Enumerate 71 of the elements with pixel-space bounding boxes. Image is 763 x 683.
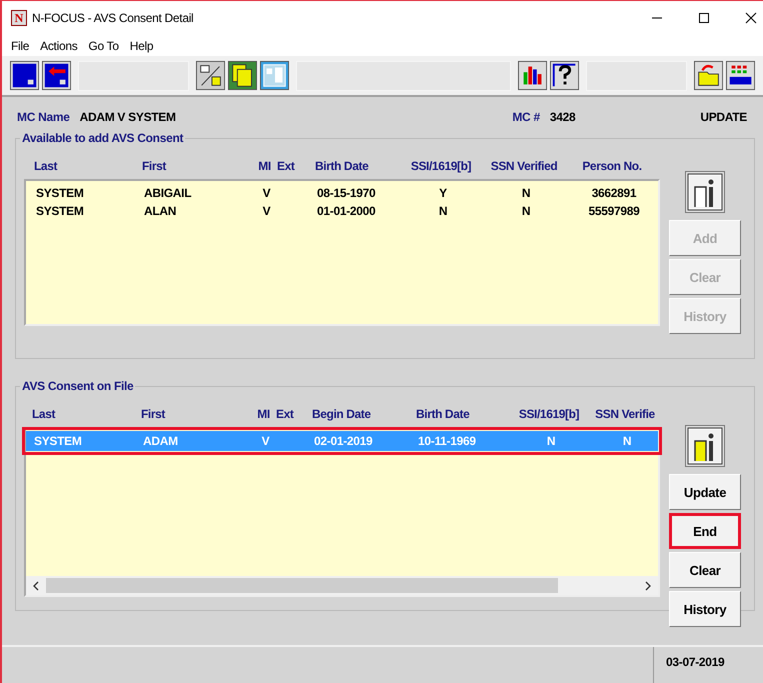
menu-item[interactable]: Help (130, 38, 154, 52)
column-header[interactable]: Person No. (567, 159, 657, 173)
table-cell-text: SYSTEM (34, 434, 83, 448)
scroll-left-icon[interactable] (32, 580, 40, 590)
mode-label: UPDATE (700, 110, 747, 124)
horizontal-scrollbar[interactable] (26, 576, 658, 595)
column-header[interactable]: MI (252, 159, 277, 173)
menu-item[interactable]: Actions (40, 38, 78, 52)
table-cell-text: SYSTEM (36, 186, 85, 200)
person-info-icon[interactable] (685, 171, 725, 213)
table-cell-text: 55597989 (588, 204, 640, 218)
column-header[interactable]: First (142, 159, 252, 173)
column-header[interactable]: Begin Date (312, 407, 416, 421)
column-header[interactable]: Last (32, 407, 141, 421)
layout-icon[interactable] (260, 60, 290, 91)
documents-icon[interactable] (228, 60, 258, 91)
table-cell-text: V (262, 186, 272, 200)
table-cell-text: SYSTEM (36, 204, 85, 218)
group-title: AVS Consent on File (21, 379, 134, 393)
window-title: N-FOCUS - AVS Consent Detail (32, 11, 194, 25)
mc-name-label: MC Name (17, 110, 70, 124)
scroll-right-icon[interactable] (644, 580, 652, 590)
action-button[interactable]: Clear (669, 552, 741, 588)
window-icon[interactable] (10, 60, 40, 91)
table-cell-text: 01-01-2000 (317, 204, 376, 218)
menu-item[interactable]: File (11, 38, 30, 52)
mc-number-label: MC # (512, 110, 540, 124)
column-header[interactable]: Last (34, 159, 142, 173)
table-cell-text: N (622, 434, 632, 448)
bar-chart-icon[interactable] (518, 60, 548, 91)
help-icon[interactable] (550, 60, 580, 91)
table-cell-text: V (260, 434, 270, 448)
table-cell-text: N (520, 186, 532, 200)
column-header[interactable]: SSN Verifie (590, 407, 660, 421)
table-cell-text: Y (438, 186, 448, 200)
computer-document-icon[interactable] (196, 60, 226, 91)
maximize-icon[interactable] (698, 12, 710, 24)
column-header[interactable]: SSN Verified (481, 159, 567, 173)
table-cell-text: N (438, 204, 448, 218)
table-cell-text: N (546, 434, 556, 448)
status-date: 03-07-2019 (653, 647, 763, 683)
column-header[interactable]: Birth Date (315, 159, 401, 173)
table-cell-text: N (520, 204, 532, 218)
close-icon[interactable] (745, 12, 757, 24)
column-header[interactable]: SSI/1619[b] (401, 159, 481, 173)
table-cell-text: ADAM (143, 434, 179, 448)
column-header[interactable]: Ext (277, 159, 315, 173)
column-header[interactable]: Birth Date (416, 407, 508, 421)
column-header[interactable]: First (141, 407, 251, 421)
menu-item[interactable]: Go To (88, 38, 119, 52)
mc-name-value: ADAM V SYSTEM (80, 110, 176, 124)
folder-icon[interactable] (694, 60, 723, 91)
menu-grid-icon[interactable] (726, 60, 755, 91)
action-button[interactable]: Update (669, 474, 741, 510)
table-cell-text: 08-15-1970 (317, 186, 376, 200)
table-cell-text: ALAN (144, 204, 178, 218)
group-title: Available to add AVS Consent (21, 131, 184, 145)
action-button[interactable]: End (669, 513, 741, 549)
table-cell-text: 3662891 (590, 186, 638, 200)
column-header[interactable]: MI (251, 407, 276, 421)
mc-number-value: 3428 (550, 110, 576, 124)
action-button[interactable]: History (669, 591, 741, 627)
column-header[interactable]: SSI/1619[b] (508, 407, 590, 421)
scrollbar-thumb[interactable] (46, 578, 558, 593)
table-cell-text: ABIGAIL (144, 186, 192, 200)
table-cell-text: 02-01-2019 (314, 434, 374, 448)
column-header[interactable]: Ext (276, 407, 312, 421)
table-cell-text: V (262, 204, 272, 218)
person-info-icon[interactable] (685, 425, 725, 467)
table-cell-text: 10-11-1969 (418, 434, 477, 448)
app-logo: N (11, 10, 27, 26)
